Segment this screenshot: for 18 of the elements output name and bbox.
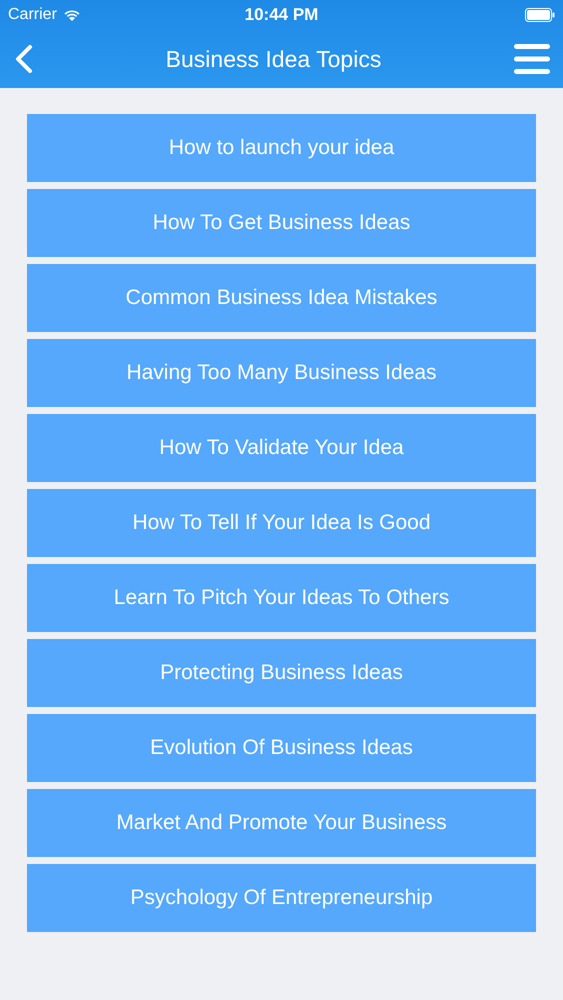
wifi-icon xyxy=(62,8,81,22)
menu-button[interactable] xyxy=(513,42,551,76)
topic-button[interactable]: Common Business Idea Mistakes xyxy=(27,264,536,332)
topic-button[interactable]: How To Get Business Ideas xyxy=(27,189,536,257)
carrier-name: Carrier xyxy=(8,6,57,24)
battery-icon xyxy=(525,8,555,22)
back-button[interactable] xyxy=(14,44,34,74)
topic-button[interactable]: How To Tell If Your Idea Is Good xyxy=(27,489,536,557)
status-time: 10:44 PM xyxy=(244,5,318,25)
topic-button[interactable]: How To Validate Your Idea xyxy=(27,414,536,482)
topic-button[interactable]: Market And Promote Your Business xyxy=(27,789,536,857)
topic-button[interactable]: Protecting Business Ideas xyxy=(27,639,536,707)
topic-button[interactable]: Learn To Pitch Your Ideas To Others xyxy=(27,564,536,632)
screen-title: Business Idea Topics xyxy=(166,46,382,72)
topic-button[interactable]: Evolution Of Business Ideas xyxy=(27,714,536,782)
topic-button[interactable]: Having Too Many Business Ideas xyxy=(27,339,536,407)
topic-button[interactable]: Psychology Of Entrepreneurship xyxy=(27,864,536,932)
topic-button[interactable]: How to launch your idea xyxy=(27,114,536,182)
